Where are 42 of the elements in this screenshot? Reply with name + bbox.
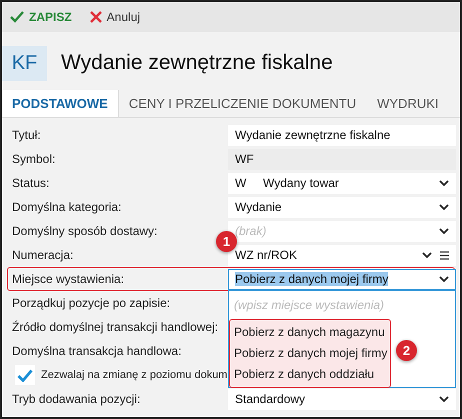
callout-marker: 2 (396, 340, 417, 360)
checkbox[interactable] (15, 365, 35, 385)
dropdown-option[interactable]: Pobierz z danych oddziału (230, 364, 378, 384)
tab[interactable]: PODSTAWOWE (2, 90, 119, 117)
field-label: Symbol: (11, 152, 56, 166)
field-label: Miejsce wystawienia: (11, 272, 126, 286)
menu-icon[interactable] (440, 250, 449, 260)
callout-marker: 1 (216, 230, 237, 252)
field-label: Domyślny sposób dostawy: (11, 224, 158, 238)
select-field[interactable]: WZ nr/ROK (228, 244, 456, 266)
chevron-down-icon[interactable] (422, 252, 432, 258)
select-field[interactable]: W Wydany towar (228, 172, 456, 194)
field-label: Porządkuj pozycje po zapisie: (11, 296, 172, 310)
text-field[interactable]: WF (228, 148, 456, 170)
status-code: W (235, 176, 248, 190)
dropdown-option[interactable]: Pobierz z danych mojej firmy (230, 342, 392, 364)
text-field[interactable]: Wydanie zewnętrzne fiskalne (228, 124, 456, 146)
tab[interactable]: CENY I PRZELICZENIE DOKUMENTU (118, 90, 368, 117)
combo-field[interactable]: Pobierz z danych mojej firmy (228, 268, 456, 290)
chevron-down-icon[interactable] (439, 180, 449, 186)
chevron-down-icon[interactable] (439, 276, 449, 282)
close-icon (90, 11, 102, 23)
field-label: Domyślna transakcja handlowa: (11, 344, 182, 358)
field-label: Źródło domyślnej transakcji handlowej: (11, 320, 220, 334)
save-button[interactable]: ZAPISZ (8, 8, 74, 26)
document-title: Wydanie zewnętrzne fiskalne (61, 51, 333, 75)
chevron-down-icon[interactable] (439, 228, 449, 234)
field-label: Domyślna kategoria: (11, 200, 122, 214)
chevron-down-icon[interactable] (439, 204, 449, 210)
chevron-down-icon[interactable] (439, 396, 449, 402)
cancel-button[interactable]: Anuluj (88, 8, 142, 26)
field-label: Numeracja: (11, 248, 74, 262)
tab[interactable]: WYDRUKI (367, 90, 450, 117)
field-label: Status: (11, 176, 50, 190)
checkbox-label: Zezwalaj na zmianę z poziomu dokum (41, 369, 228, 381)
select-field[interactable]: Standardowy (228, 388, 456, 410)
select-field[interactable]: Wydanie (228, 196, 456, 218)
document-badge: KF (2, 46, 47, 80)
check-icon (10, 11, 24, 23)
dropdown-option[interactable]: Pobierz z danych magazynu (230, 322, 389, 342)
field-label: Tryb dodawania pozycji: (11, 392, 142, 406)
field-label: Tytuł: (11, 128, 42, 142)
